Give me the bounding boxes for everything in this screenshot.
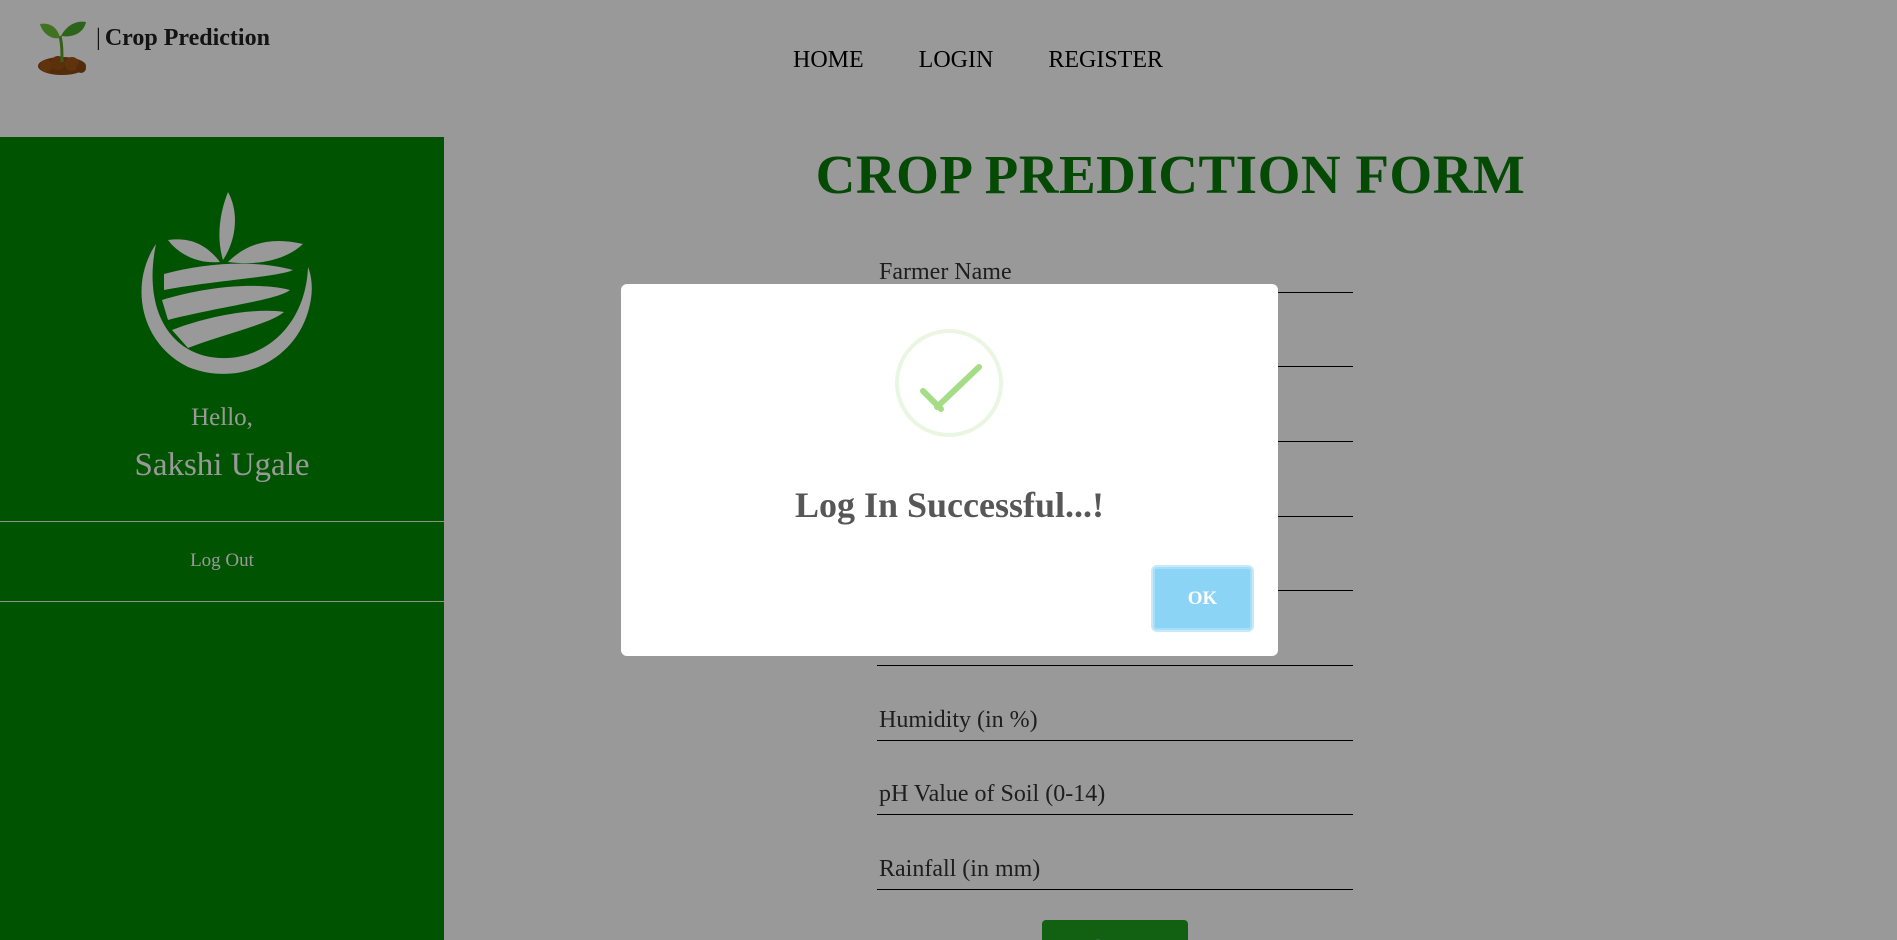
success-check-icon bbox=[895, 329, 1003, 437]
dialog-title: Log In Successful...! bbox=[794, 485, 1105, 525]
success-dialog: Log In Successful...! OK bbox=[621, 284, 1278, 656]
ok-button[interactable]: OK bbox=[1151, 565, 1254, 632]
